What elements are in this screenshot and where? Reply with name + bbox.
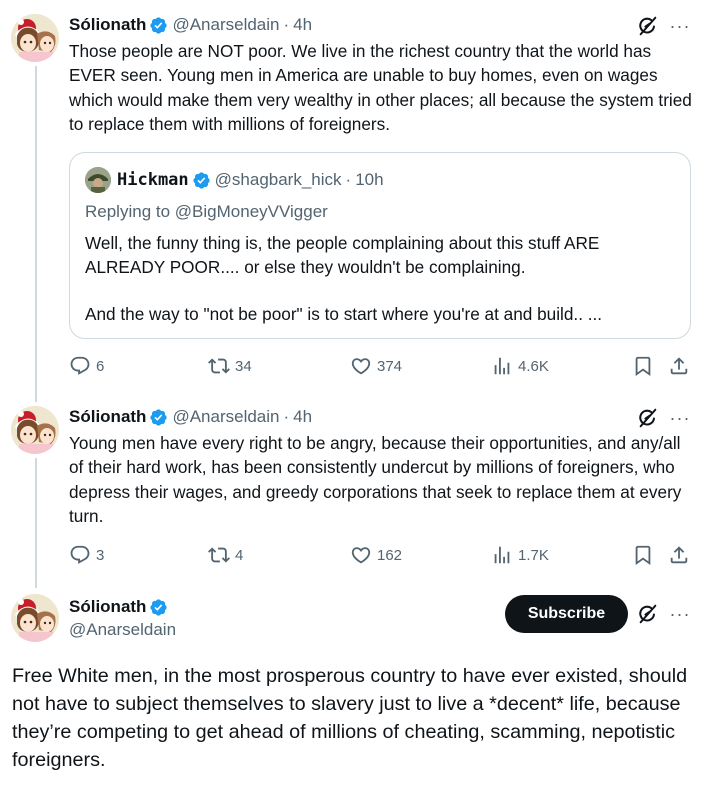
bookmark-button[interactable] [632, 354, 654, 378]
tweet-text: Young men have every right to be angry, … [69, 433, 682, 527]
main-name-row: Sólionath [69, 596, 176, 618]
author-handle[interactable]: @Anarseldain [172, 15, 279, 35]
repost-button[interactable]: 4 [208, 543, 243, 567]
like-count: 374 [377, 357, 403, 375]
views-icon [491, 544, 513, 566]
main-tweet-text: Free White men, in the most prosperous c… [12, 665, 688, 771]
author-handle[interactable]: @Anarseldain [69, 620, 176, 640]
repost-button[interactable]: 34 [208, 354, 252, 378]
quoted-paragraph: And the way to "not be poor" is to start… [85, 303, 603, 324]
grok-icon[interactable] [637, 407, 659, 429]
repost-count: 4 [235, 546, 244, 564]
repost-icon [208, 544, 230, 566]
grok-icon[interactable] [637, 15, 659, 37]
tweet-header: Sólionath @Anarseldain · 4h [69, 14, 312, 36]
more-options-icon[interactable]: ··· [669, 407, 691, 429]
tweet-text: Those people are NOT poor. We live in th… [69, 41, 692, 135]
views-icon [491, 355, 513, 377]
quoted-tweet-header: Hickman @shagbark_hick · 10h [85, 167, 384, 193]
repost-count: 34 [235, 357, 252, 375]
more-options-icon[interactable]: ··· [669, 603, 691, 625]
share-icon [668, 355, 690, 377]
verified-badge-icon [149, 16, 168, 35]
separator-dot: · [283, 407, 290, 426]
reply-button[interactable]: 6 [69, 354, 104, 378]
quoted-author-handle: @shagbark_hick [214, 170, 342, 189]
like-button[interactable]: 374 [350, 354, 402, 378]
reply-button[interactable]: 3 [69, 543, 104, 567]
verified-badge-icon [192, 171, 211, 190]
views-button[interactable]: 4.6K [491, 354, 549, 378]
author-name[interactable]: Sólionath [69, 15, 146, 35]
verified-badge-icon [149, 408, 168, 427]
separator-dot: · [283, 15, 290, 34]
more-options-icon[interactable]: ··· [669, 15, 691, 37]
bookmark-icon [632, 355, 654, 377]
quoted-timestamp: 10h [355, 170, 384, 189]
bookmark-button[interactable] [632, 543, 654, 567]
views-count: 1.7K [518, 546, 549, 564]
grok-icon[interactable] [637, 603, 659, 625]
action-bar: 6 34 374 4.6K [69, 354, 694, 378]
quoted-tweet[interactable]: Hickman @shagbark_hick · 10h Replying to… [69, 152, 691, 339]
bookmark-icon [632, 544, 654, 566]
thread-connector-line [35, 66, 37, 402]
timestamp[interactable]: 4h [293, 15, 312, 35]
avatar[interactable] [11, 14, 59, 62]
author-name[interactable]: Sólionath [69, 407, 146, 427]
tweet-header: Sólionath @Anarseldain · 4h [69, 406, 312, 428]
avatar [85, 167, 111, 193]
author-name[interactable]: Sólionath [69, 597, 146, 617]
replying-to-prefix: Replying to [85, 202, 171, 221]
share-button[interactable] [668, 354, 690, 378]
reply-icon [69, 544, 91, 566]
replying-to-mention[interactable]: @BigMoneyVVigger [175, 202, 328, 221]
main-tweet-author: Sólionath @Anarseldain [69, 596, 176, 640]
like-button[interactable]: 162 [350, 543, 402, 567]
subscribe-button[interactable]: Subscribe [505, 595, 628, 633]
avatar[interactable] [11, 594, 59, 642]
reply-count: 6 [96, 357, 105, 375]
quoted-tweet-text: Well, the funny thing is, the people com… [85, 231, 675, 326]
like-count: 162 [377, 546, 403, 564]
reply-count: 3 [96, 546, 105, 564]
quoted-author-name: Hickman [117, 170, 189, 190]
like-icon [350, 355, 372, 377]
reply-icon [69, 355, 91, 377]
avatar[interactable] [11, 406, 59, 454]
share-button[interactable] [668, 543, 690, 567]
timestamp[interactable]: 4h [293, 407, 312, 427]
views-count: 4.6K [518, 357, 549, 375]
replying-to-line: Replying to @BigMoneyVVigger [85, 202, 328, 222]
quoted-paragraph: Well, the funny thing is, the people com… [85, 233, 600, 278]
author-handle[interactable]: @Anarseldain [172, 407, 279, 427]
verified-badge-icon [149, 598, 168, 617]
separator-dot: · [345, 170, 352, 189]
action-bar: 3 4 162 1.7K [69, 543, 694, 567]
repost-icon [208, 355, 230, 377]
thread-connector-line [35, 458, 37, 588]
views-button[interactable]: 1.7K [491, 543, 549, 567]
like-icon [350, 544, 372, 566]
share-icon [668, 544, 690, 566]
